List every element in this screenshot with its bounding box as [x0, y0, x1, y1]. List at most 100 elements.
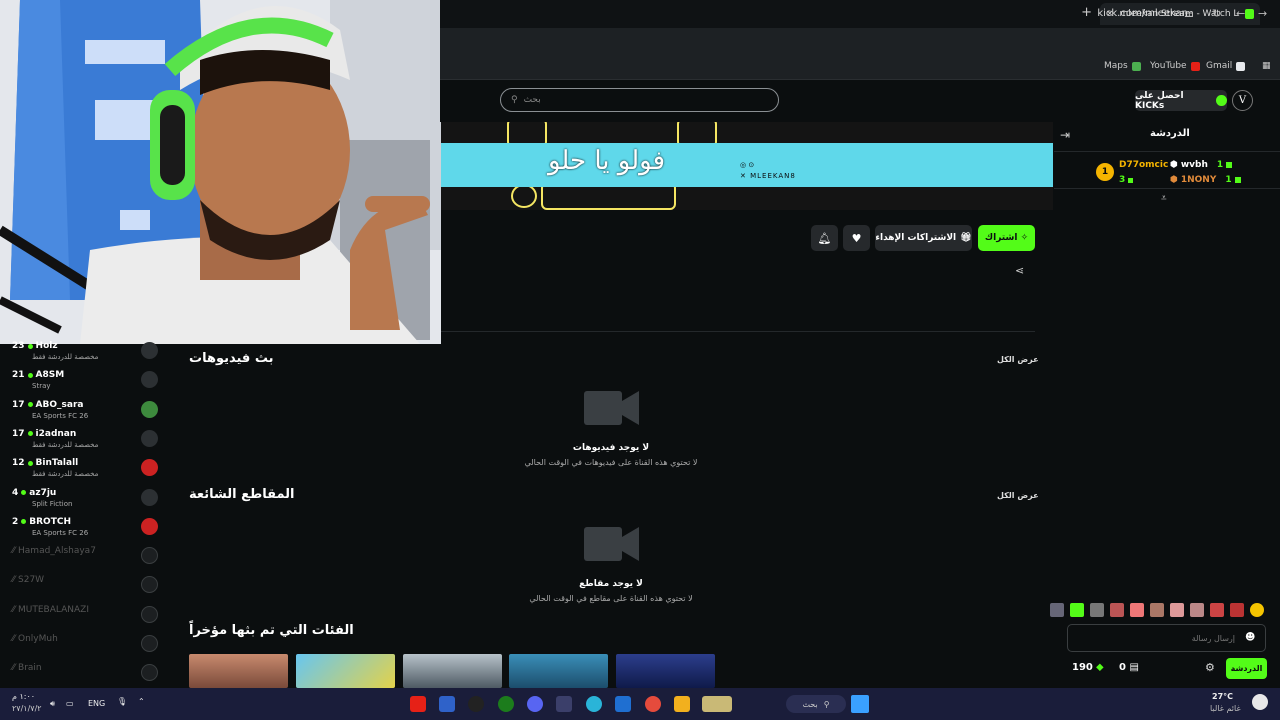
sidebar-channel-item[interactable]: ⁄⁄ MUTEBALANAZI — [10, 602, 160, 631]
sidebar-channel-item[interactable]: ⁄⁄ OnlyMuh — [10, 631, 160, 660]
sidebar-channel-item[interactable]: 17 i2adnan مخصصة للدردشة فقط — [10, 426, 160, 455]
widget-icon[interactable] — [702, 696, 732, 712]
live-dot-icon — [27, 343, 33, 349]
notifications-button[interactable]: 🔔︎ — [811, 225, 838, 251]
emoji-icon[interactable]: ☻ — [1245, 632, 1255, 643]
sidebar-channel-item[interactable]: ⁄⁄ Brain — [10, 660, 160, 689]
emote-icon[interactable] — [1050, 603, 1064, 617]
emote-icon[interactable] — [1210, 603, 1224, 617]
bookmark-youtube[interactable]: YouTube — [1150, 61, 1200, 71]
chrome-icon[interactable] — [645, 696, 661, 712]
channel-avatar — [141, 635, 158, 652]
sidebar-channel-item[interactable]: 21 A8SM Stray — [10, 367, 160, 396]
bookmark-maps[interactable]: Maps — [1104, 61, 1141, 71]
bookmark-gmail[interactable]: Gmail — [1206, 61, 1246, 71]
weather-icon[interactable] — [1252, 694, 1268, 710]
emote-icon[interactable] — [1090, 603, 1104, 617]
chat-message-input[interactable]: إرسال رسالة — [1067, 624, 1266, 652]
video-camera-icon — [584, 527, 639, 561]
all-bookmarks-icon[interactable]: ▦ — [1262, 61, 1271, 71]
youtube-icon[interactable] — [410, 696, 426, 712]
language-indicator[interactable]: ENG — [88, 699, 105, 708]
sidebar-channel-item[interactable]: 4 az7ju Split Fiction — [10, 485, 160, 514]
emote-icon[interactable] — [1170, 603, 1184, 617]
discord-icon[interactable] — [527, 696, 543, 712]
shield-icon[interactable] — [439, 696, 455, 712]
offline-icon: ⁄⁄ — [12, 663, 16, 674]
gifter-entry[interactable]: ⬢ wvbh 1 — [1170, 160, 1233, 170]
balance-kicks[interactable]: 190 ⬥ — [1072, 662, 1103, 673]
tray-chevron-icon[interactable]: ⌃ — [138, 697, 145, 706]
start-icon[interactable] — [851, 695, 869, 713]
channel-category: مخصصة للدردشة فقط — [32, 440, 99, 449]
category-thumbnail[interactable] — [296, 654, 395, 688]
volume-icon[interactable]: 🔊︎ — [50, 699, 55, 709]
emote-icon[interactable] — [1190, 603, 1204, 617]
user-avatar[interactable]: V — [1232, 90, 1253, 111]
gear-icon[interactable]: ⚙ — [1205, 661, 1215, 674]
maps-icon — [1131, 61, 1141, 71]
emote-icon[interactable] — [1150, 603, 1164, 617]
channel-avatar — [141, 488, 158, 506]
new-tab-button[interactable]: + — [1081, 5, 1092, 20]
collapse-chat-icon[interactable]: ⇥ — [1060, 128, 1070, 142]
channel-name: A8SM — [35, 370, 65, 381]
chat-send-button[interactable]: الدردشة — [1226, 658, 1267, 679]
sidebar-channel-item[interactable]: 23 Holz مخصصة للدردشة فقط — [10, 338, 160, 367]
gifter-count-value: 1 — [1225, 175, 1232, 185]
store-icon[interactable] — [556, 696, 572, 712]
videos-see-all-link[interactable]: عرض الكل — [997, 355, 1039, 364]
back-arrow-icon[interactable]: → — [1258, 7, 1267, 20]
sidebar-channel-item[interactable]: 2 BROTCH EA Sports FC 26 — [10, 514, 160, 543]
display-icon[interactable]: ▭ — [66, 699, 74, 708]
get-kicks-button[interactable]: احصل على KICKs — [1135, 90, 1227, 111]
forward-arrow-icon[interactable]: ← — [1236, 7, 1245, 20]
gift-subs-button[interactable]: الاشتراكات الإهداء 🎁︎ — [875, 225, 972, 251]
channel-avatar — [141, 517, 158, 535]
subscribe-button[interactable]: اشتراك ✧ — [978, 225, 1035, 251]
viewer-count: 21 — [12, 370, 25, 381]
taskbar-search[interactable]: بحث ⚲ — [786, 695, 846, 713]
gifter-entry[interactable]: ⬢ 1NONY 1 — [1170, 175, 1241, 185]
channel-avatar — [141, 371, 158, 389]
clips-see-all-link[interactable]: عرض الكل — [997, 491, 1039, 500]
viewer-count: 12 — [12, 458, 25, 469]
category-thumbnail[interactable] — [509, 654, 608, 688]
follow-button[interactable]: ♥ — [843, 225, 870, 251]
xbox-icon[interactable] — [498, 696, 514, 712]
gift-icon: 🎁︎ — [960, 233, 972, 243]
emote-icon[interactable] — [1110, 603, 1124, 617]
sidebar-channel-item[interactable]: 17 ABO_sara EA Sports FC 26 — [10, 397, 160, 426]
clips-empty-title: لا يوجد مقاطع — [579, 579, 643, 589]
emote-icon[interactable] — [1230, 603, 1244, 617]
emote-icon[interactable] — [1070, 603, 1084, 617]
store-icon: ▤ — [1129, 662, 1139, 673]
offline-icon: ⁄⁄ — [12, 546, 16, 557]
category-thumbnail[interactable] — [616, 654, 715, 688]
sidebar-channel-item[interactable]: 12 BinTalall مخصصة للدردشة فقط — [10, 455, 160, 484]
microphone-icon[interactable]: 🎙︎ — [117, 697, 127, 706]
sidebar-channel-item[interactable]: ⁄⁄ S27W — [10, 572, 160, 601]
category-thumbnail[interactable] — [403, 654, 502, 688]
expand-leaderboard-icon[interactable]: ⩡ — [1161, 193, 1167, 204]
gifter-entry[interactable]: D77omcic — [1119, 160, 1168, 170]
channel-category: مخصصة للدردشة فقط — [32, 353, 99, 361]
search-input[interactable]: ⚲ بحث — [500, 88, 779, 112]
kicks-icon: ⬥ — [1096, 662, 1104, 673]
sidebar-channel-item[interactable]: ⁄⁄ Hamad_Alshaya7 — [10, 543, 160, 572]
emote-icon[interactable] — [1250, 603, 1264, 617]
banner-handle-text: MLEEKAN8 — [750, 172, 796, 180]
emote-icon[interactable] — [1130, 603, 1144, 617]
reload-icon[interactable]: ↻ — [1212, 7, 1221, 20]
edge-icon[interactable] — [586, 696, 602, 712]
windows-taskbar — [0, 688, 1280, 720]
file-explorer-icon[interactable] — [674, 696, 690, 712]
outlook-icon[interactable] — [615, 696, 631, 712]
balance-other[interactable]: 0 ▤ — [1119, 662, 1139, 673]
category-thumbnail[interactable] — [189, 654, 288, 688]
share-icon[interactable]: ⋖ — [1015, 264, 1024, 277]
url-text[interactable]: kick.com/mleekan — [1097, 8, 1188, 19]
social-icons: ◎ ⊙ — [740, 161, 755, 169]
channel-name: BROTCH — [29, 516, 71, 527]
obs-icon[interactable] — [468, 696, 484, 712]
